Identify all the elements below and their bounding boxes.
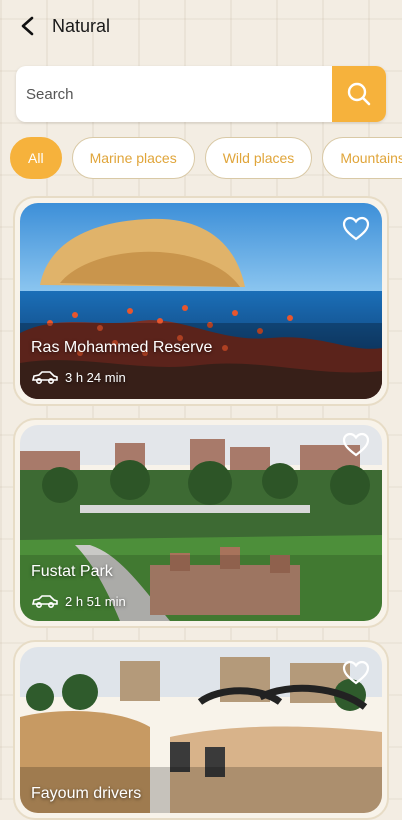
place-card[interactable]: Fayoum drivers bbox=[13, 640, 389, 820]
search-button[interactable] bbox=[332, 66, 386, 122]
car-icon bbox=[31, 371, 58, 385]
back-button[interactable] bbox=[8, 6, 48, 46]
place-name: Fayoum drivers bbox=[31, 785, 142, 802]
search-input[interactable] bbox=[16, 66, 332, 122]
place-card[interactable]: Ras Mohammed Reserve 3 h 24 min bbox=[13, 196, 389, 406]
chip-mountains[interactable]: Mountains bbox=[322, 137, 402, 179]
place-card-image-container: Ras Mohammed Reserve 3 h 24 min bbox=[20, 203, 382, 399]
place-duration-row: 3 h 24 min bbox=[31, 369, 126, 385]
place-card-image-container: Fayoum drivers bbox=[20, 647, 382, 813]
place-card-image-container: Fustat Park 2 h 51 min bbox=[20, 425, 382, 621]
header: Natural bbox=[0, 0, 402, 52]
place-duration: 3 h 24 min bbox=[65, 369, 126, 385]
place-duration-row: 2 h 51 min bbox=[31, 593, 126, 609]
chip-wild-places[interactable]: Wild places bbox=[204, 137, 313, 179]
place-duration: 2 h 51 min bbox=[65, 593, 126, 609]
search-bar bbox=[16, 66, 386, 122]
place-name: Ras Mohammed Reserve bbox=[31, 339, 213, 356]
search-icon bbox=[347, 82, 371, 106]
chip-all[interactable]: All bbox=[10, 137, 62, 179]
page-title: Natural bbox=[52, 15, 111, 36]
category-chips: All Marine places Wild places Mountains bbox=[10, 137, 402, 183]
car-icon bbox=[31, 595, 58, 609]
place-image bbox=[20, 425, 382, 621]
place-card[interactable]: Fustat Park 2 h 51 min bbox=[13, 418, 389, 628]
favorite-heart-icon[interactable] bbox=[342, 215, 370, 243]
chip-marine-places[interactable]: Marine places bbox=[71, 137, 195, 179]
favorite-heart-icon[interactable] bbox=[342, 431, 370, 459]
place-name: Fustat Park bbox=[31, 563, 113, 580]
favorite-heart-icon[interactable] bbox=[342, 659, 370, 687]
back-arrow-icon bbox=[21, 16, 34, 36]
